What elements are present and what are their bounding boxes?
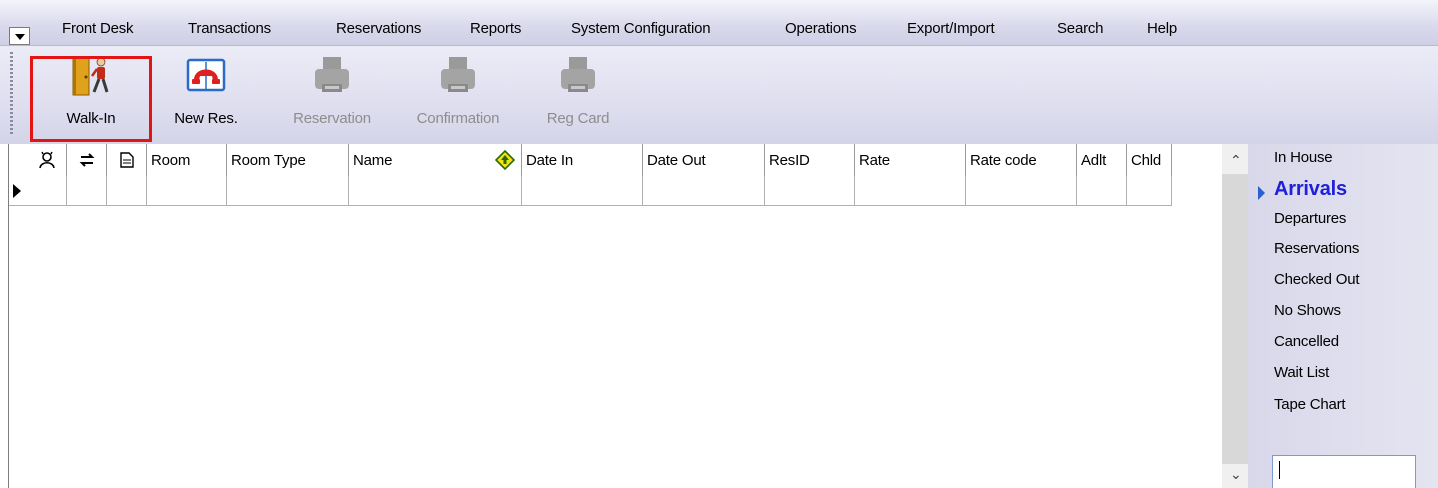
scrollbar-track[interactable] xyxy=(1222,174,1248,464)
row-cell-adlt[interactable] xyxy=(1077,176,1127,206)
scroll-down-arrow-icon[interactable]: ⌄ xyxy=(1230,466,1242,483)
header-resid[interactable]: ResID xyxy=(765,144,855,176)
print-reg-card-button[interactable]: Reg Card xyxy=(530,52,626,142)
table-row[interactable] xyxy=(9,176,1172,206)
print-confirmation-label: Confirmation xyxy=(416,110,500,127)
printer-icon xyxy=(441,57,475,92)
current-row-indicator-icon xyxy=(13,184,21,198)
new-reservation-label: New Res. xyxy=(174,110,238,127)
quick-search-input[interactable] xyxy=(1272,455,1416,488)
row-cell-resid[interactable] xyxy=(765,176,855,206)
nav-item-arrivals[interactable]: Arrivals xyxy=(1274,178,1347,201)
nav-item-reservations[interactable]: Reservations xyxy=(1274,240,1359,257)
grid-header: Room Room Type Name Date In Date Out Res… xyxy=(9,144,1172,176)
row-cell[interactable] xyxy=(107,176,147,206)
header-name-label: Name xyxy=(353,151,393,169)
row-cell-room-type[interactable] xyxy=(227,176,349,206)
row-cell-rate-code[interactable] xyxy=(966,176,1077,206)
header-row-selector xyxy=(9,144,27,176)
toolbar-grip-handle[interactable] xyxy=(10,52,13,136)
row-cell[interactable] xyxy=(27,176,67,206)
header-room-type[interactable]: Room Type xyxy=(227,144,349,176)
printer-icon xyxy=(561,57,595,92)
nav-item-departures[interactable]: Departures xyxy=(1274,210,1346,227)
menu-reports[interactable]: Reports xyxy=(470,20,521,37)
walk-in-highlight-box xyxy=(30,56,152,142)
telephone-book-icon xyxy=(186,58,226,92)
header-adlt[interactable]: Adlt xyxy=(1077,144,1127,176)
arrivals-grid: Room Room Type Name Date In Date Out Res… xyxy=(8,144,1224,488)
header-room[interactable]: Room xyxy=(147,144,227,176)
menu-transactions[interactable]: Transactions xyxy=(188,20,271,37)
row-cell-chld[interactable] xyxy=(1127,176,1172,206)
row-cell-rate[interactable] xyxy=(855,176,966,206)
header-rate-code[interactable]: Rate code xyxy=(966,144,1077,176)
menu-reservations[interactable]: Reservations xyxy=(336,20,421,37)
row-cell[interactable] xyxy=(67,176,107,206)
nav-item-wait-list[interactable]: Wait List xyxy=(1274,364,1329,381)
header-guest-profile[interactable] xyxy=(27,144,67,176)
nav-item-tape-chart[interactable]: Tape Chart xyxy=(1274,396,1346,413)
grid-vertical-scrollbar[interactable]: ⌃ ⌄ xyxy=(1222,144,1248,488)
menu-bar: Front Desk Transactions Reservations Rep… xyxy=(0,0,1438,46)
menu-operations[interactable]: Operations xyxy=(785,20,857,37)
header-note[interactable] xyxy=(107,144,147,176)
nav-item-in-house[interactable]: In House xyxy=(1274,149,1333,166)
header-date-in[interactable]: Date In xyxy=(522,144,643,176)
menu-search[interactable]: Search xyxy=(1057,20,1104,37)
nav-item-cancelled[interactable]: Cancelled xyxy=(1274,333,1339,350)
text-caret xyxy=(1279,461,1280,479)
transfer-arrows-icon xyxy=(79,153,94,167)
menu-help[interactable]: Help xyxy=(1147,20,1177,37)
toolbar: Walk-In New Res. Reservation Confirmatio… xyxy=(0,46,1438,144)
sort-up-diamond-icon xyxy=(495,150,515,170)
print-reg-card-label: Reg Card xyxy=(546,110,610,127)
active-item-arrow-icon xyxy=(1258,186,1265,200)
header-name[interactable]: Name xyxy=(349,144,522,176)
menu-system-configuration[interactable]: System Configuration xyxy=(571,20,711,37)
guest-profile-icon xyxy=(38,151,55,169)
nav-item-checked-out[interactable]: Checked Out xyxy=(1274,271,1360,288)
header-rate[interactable]: Rate xyxy=(855,144,966,176)
note-document-icon xyxy=(119,152,134,168)
menu-front-desk[interactable]: Front Desk xyxy=(62,20,134,37)
row-cell-date-in[interactable] xyxy=(522,176,643,206)
header-chld[interactable]: Chld xyxy=(1127,144,1172,176)
print-reservation-label: Reservation xyxy=(293,110,371,127)
chevron-down-icon xyxy=(14,34,25,40)
row-cell-room[interactable] xyxy=(147,176,227,206)
nav-item-no-shows[interactable]: No Shows xyxy=(1274,302,1341,319)
scroll-up-arrow-icon[interactable]: ⌃ xyxy=(1230,152,1242,169)
menu-export-import[interactable]: Export/Import xyxy=(907,20,995,37)
row-selector[interactable] xyxy=(9,176,27,206)
front-desk-nav-panel: In House Arrivals Departures Reservation… xyxy=(1248,144,1438,488)
system-menu-dropdown-button[interactable] xyxy=(9,27,30,45)
header-transfer[interactable] xyxy=(67,144,107,176)
new-reservation-button[interactable]: New Res. xyxy=(158,52,254,142)
printer-icon xyxy=(315,57,349,92)
row-cell-date-out[interactable] xyxy=(643,176,765,206)
header-date-out[interactable]: Date Out xyxy=(643,144,765,176)
print-reservation-button[interactable]: Reservation xyxy=(276,52,388,142)
print-confirmation-button[interactable]: Confirmation xyxy=(402,52,514,142)
row-cell-name[interactable] xyxy=(349,176,522,206)
